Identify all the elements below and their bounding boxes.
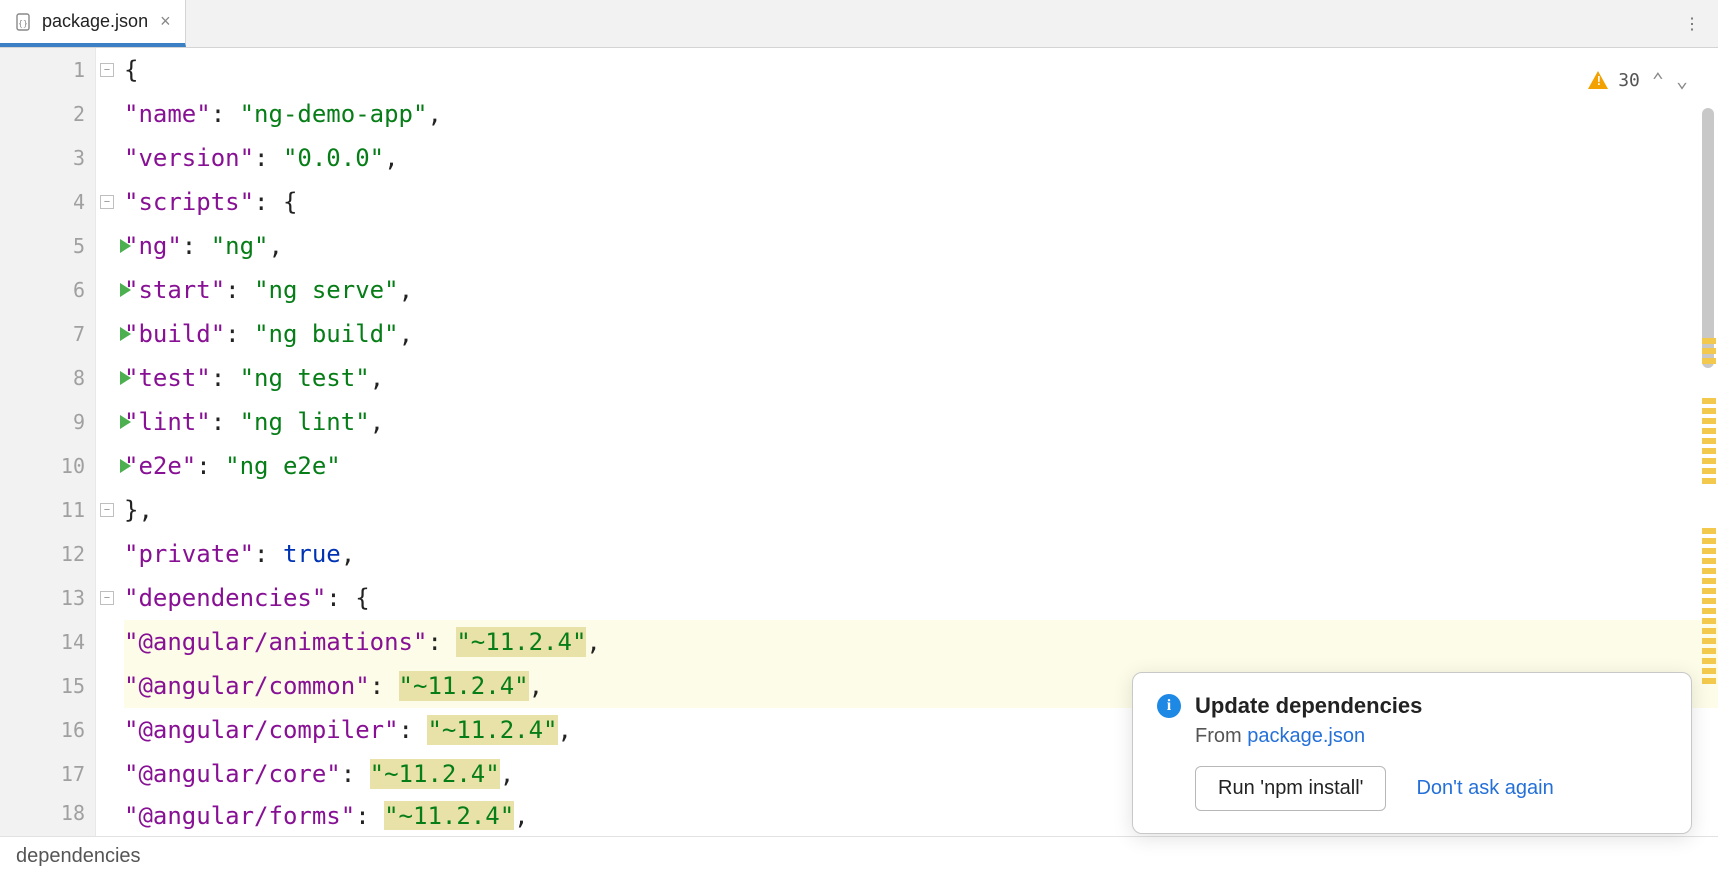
popup-file-link[interactable]: package.json [1247, 725, 1365, 747]
scroll-thumb[interactable] [1702, 108, 1714, 368]
fold-icon[interactable]: − [100, 195, 114, 209]
fold-icon[interactable]: − [100, 591, 114, 605]
warning-count[interactable]: 30 [1588, 70, 1640, 91]
line-number: 1 [0, 48, 95, 92]
prev-highlight-icon[interactable]: ⌃ [1652, 68, 1664, 92]
breadcrumb[interactable]: dependencies [0, 836, 1718, 876]
line-number: 18 [0, 796, 95, 830]
line-number: 6 [0, 268, 95, 312]
tab-bar: {} package.json × ⋮ [0, 0, 1718, 48]
line-number: 11 [0, 488, 95, 532]
line-number: 13 [0, 576, 95, 620]
tab-filename: package.json [42, 11, 148, 32]
run-npm-install-button[interactable]: Run 'npm install' [1195, 766, 1386, 811]
json-file-icon: {} [14, 12, 34, 32]
line-number: 8 [0, 356, 95, 400]
line-number: 2 [0, 92, 95, 136]
line-number: 4 [0, 180, 95, 224]
dont-ask-again-link[interactable]: Don't ask again [1416, 777, 1553, 800]
inspection-bar: 30 ⌃ ⌄ [1588, 68, 1688, 92]
line-number: 5 [0, 224, 95, 268]
editor-tab[interactable]: {} package.json × [0, 0, 186, 47]
line-number: 14 [0, 620, 95, 664]
popup-title: Update dependencies [1195, 693, 1422, 719]
brace: { [124, 56, 138, 84]
fold-column: − − − − [96, 48, 120, 836]
info-icon: i [1157, 694, 1181, 718]
more-menu-icon[interactable]: ⋮ [1674, 0, 1710, 47]
close-icon[interactable]: × [160, 11, 171, 32]
line-number: 10 [0, 444, 95, 488]
next-highlight-icon[interactable]: ⌄ [1676, 68, 1688, 92]
svg-text:{}: {} [18, 19, 28, 28]
warning-icon [1588, 71, 1608, 89]
line-number: 7 [0, 312, 95, 356]
line-number: 12 [0, 532, 95, 576]
line-number: 16 [0, 708, 95, 752]
line-number: 15 [0, 664, 95, 708]
line-number: 9 [0, 400, 95, 444]
popup-subtitle: From package.json [1195, 725, 1667, 748]
notification-popup: i Update dependencies From package.json … [1132, 672, 1692, 834]
scrollbar[interactable] [1700, 108, 1716, 868]
line-number: 17 [0, 752, 95, 796]
fold-icon[interactable]: − [100, 503, 114, 517]
fold-icon[interactable]: − [100, 63, 114, 77]
gutter: 1 2 3 4 5 6 7 8 9 10 11 12 13 14 15 16 1… [0, 48, 96, 836]
line-number: 3 [0, 136, 95, 180]
